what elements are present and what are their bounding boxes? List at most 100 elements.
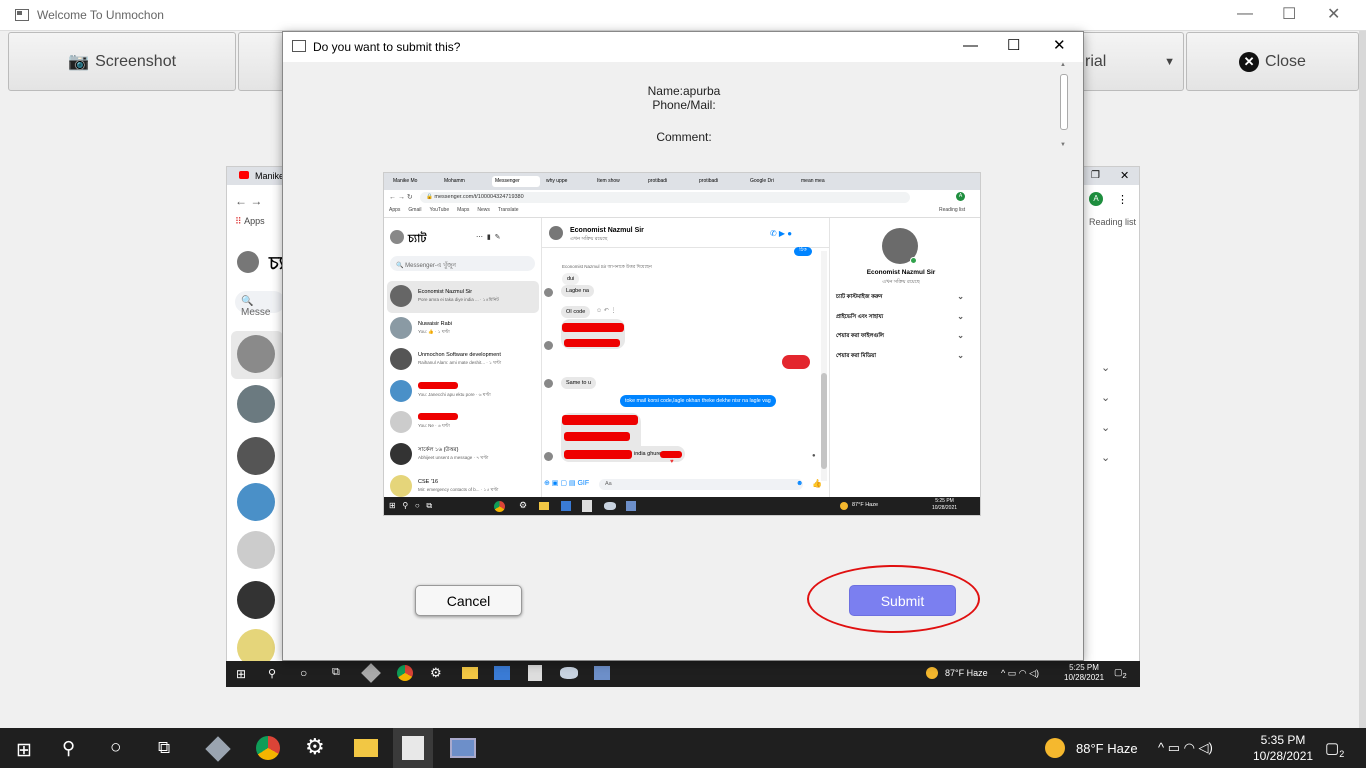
browser-tab: why uppe (546, 178, 568, 184)
search-icon: 🔍 (241, 296, 254, 307)
screenshot-button[interactable]: 📷 Screenshot (8, 32, 236, 91)
search-icon: 🔍 (396, 263, 404, 269)
avatar (237, 483, 275, 521)
profile-menu-item: শেয়ার করা ফাইলগুলি ⌄ (836, 331, 964, 340)
minimize-icon[interactable]: — (1237, 5, 1253, 23)
close-button[interactable]: ✕ Close (1186, 32, 1359, 91)
chrome-icon (397, 665, 413, 681)
close-dialog-icon[interactable]: ✕ (1053, 36, 1066, 54)
like-icon: 👍 (812, 479, 822, 488)
avatar (390, 230, 404, 244)
dialog-scrollbar[interactable]: ▲ ▼ (1058, 62, 1070, 152)
tray-icons: ^ ▭ ◠ ◁) (1001, 668, 1039, 678)
browser-tab: Messenger (492, 176, 540, 187)
highlight-circle (807, 565, 980, 633)
cancel-button[interactable]: Cancel (415, 585, 522, 616)
app-icon (15, 9, 29, 21)
avatar (390, 411, 412, 434)
network-app-icon[interactable] (450, 738, 476, 758)
composer-icons: ⊕ ▣ ▢ ▤ GIF (544, 480, 590, 487)
avatar (390, 348, 412, 371)
avatar (390, 285, 412, 307)
youtube-icon (239, 171, 249, 179)
chevron-down-icon: ⌄ (957, 350, 964, 360)
name-text: Name:apurba (647, 84, 721, 98)
chevron-down-icon: ⌄ (957, 311, 964, 321)
main-scrollbar[interactable] (1359, 31, 1366, 728)
clock[interactable]: 5:35 PM 10/28/2021 (1253, 732, 1313, 764)
chat-scrollbar (821, 373, 827, 469)
dialog-titlebar: Do you want to submit this? — ☐ ✕ (283, 32, 1083, 62)
profile-badge: A (1089, 192, 1103, 206)
conversation-preview: You: 👍 · ১ ঘণ্টা (418, 328, 450, 334)
conversation-name: CSE '16 (418, 478, 439, 485)
java-icon[interactable] (402, 736, 424, 760)
dialog-title: Do you want to submit this? (313, 40, 461, 54)
avatar (237, 385, 275, 423)
conversation-preview: You: Janecchi apu ektu pore · ৬ ঘণ্টা (418, 391, 491, 397)
folder-icon (462, 667, 478, 679)
emoji-icon: ☻ (796, 480, 804, 487)
screenshot-preview: Manike Mo Mohamm Messenger why uppe Item sho… (383, 172, 981, 516)
chevron-down-icon: ⌄ ⌄ ⌄ ⌄ (1101, 362, 1111, 464)
maximize-icon[interactable]: ☐ (1282, 4, 1296, 24)
conversation-name: Nuwaisir Rabi (418, 320, 452, 327)
weather-icon[interactable] (1045, 738, 1065, 758)
seen-avatar: ● (812, 453, 816, 459)
lock-icon: 🔒 (426, 194, 433, 200)
profile-avatar (237, 251, 259, 273)
avatar (237, 335, 275, 373)
scrollbar-thumb[interactable] (1060, 74, 1068, 130)
restore-icon: ❐ (1091, 170, 1100, 181)
dialog-info: Name:apurba Phone/Mail: Comment: (297, 62, 1071, 154)
conversation-preview: You: Ne · ৬ ঘণ্টা (418, 423, 450, 429)
avatar (390, 316, 412, 339)
bookmark-item: Gmail (408, 207, 422, 213)
avatar (390, 379, 412, 402)
avatar (237, 581, 275, 619)
dropdown-arrow-icon: ▼ (1164, 55, 1175, 68)
conversation-item: সার্কেল ১৬ (উত্তর) Abhijeet unsent a mess… (387, 439, 539, 471)
profile-badge: A (956, 192, 965, 201)
chrome-icon[interactable] (256, 736, 280, 760)
search-icon[interactable]: ⚲ (62, 738, 75, 759)
cortana-icon: ○ (300, 666, 308, 680)
nav-icons: ← → ↻ (389, 194, 413, 201)
close-circle-icon: ✕ (1239, 51, 1260, 72)
avatar (549, 226, 563, 240)
captured-taskbar: ⊞ ⚲ ○ ⧉ ⚙ 87°F Haze ^ ▭ ◠ ◁) 5:25 PM 10/2… (226, 661, 1140, 687)
browser-tab: protibadi (648, 178, 668, 184)
windows-start-icon[interactable]: ⊞ (16, 739, 32, 762)
chevron-down-icon: ⌄ (957, 331, 964, 340)
conversation-item: Economist Nazmul Sir Pore amra ei taka di… (387, 281, 539, 313)
dialog-app-icon (292, 40, 306, 52)
cortana-icon[interactable]: ○ (110, 737, 121, 759)
photos-icon (494, 666, 510, 680)
notification-center-icon[interactable]: ▢2 (1325, 739, 1344, 759)
close-icon: ✕ (1120, 170, 1130, 182)
avatar (390, 474, 412, 497)
settings-icon[interactable]: ⚙ (305, 734, 325, 760)
reaction-icons: ☺ ↶ ⋮ (596, 308, 617, 314)
app-icon (560, 667, 578, 679)
network-app-icon (594, 666, 610, 680)
minimize-icon[interactable]: — (963, 37, 978, 54)
conversation-name: Economist Nazmul Sir (418, 289, 473, 295)
close-window-icon[interactable]: ✕ (1327, 4, 1340, 24)
screenshot-taskbar: ⊞ ⚲ ○ ⧉ ⚙ 87°F Haze 5:25 PM 10/28/2021 (384, 497, 980, 515)
system-tray-icons[interactable]: ^ ▭ ◠ ◁) (1158, 740, 1213, 756)
search-icon: ⚲ (268, 668, 277, 680)
task-view-icon: ⧉ (332, 666, 340, 678)
task-view-icon[interactable]: ⧉ (158, 738, 170, 758)
bookmark-item: YouTube (429, 207, 450, 213)
bookmark-item: Maps (457, 207, 470, 213)
conversation-item: You: Janecchi apu ektu pore · ৬ ঘণ্টা (387, 376, 539, 408)
maximize-icon[interactable]: ☐ (1007, 36, 1020, 54)
comment-label: Comment: (656, 130, 712, 144)
bookmark-item: News (477, 207, 490, 213)
partial-dropdown[interactable]: rial ▼ (1070, 32, 1184, 91)
avatar (237, 437, 275, 475)
apps-icon: ⠿ (235, 216, 242, 226)
file-explorer-icon[interactable] (354, 739, 378, 757)
java-icon (528, 665, 542, 681)
